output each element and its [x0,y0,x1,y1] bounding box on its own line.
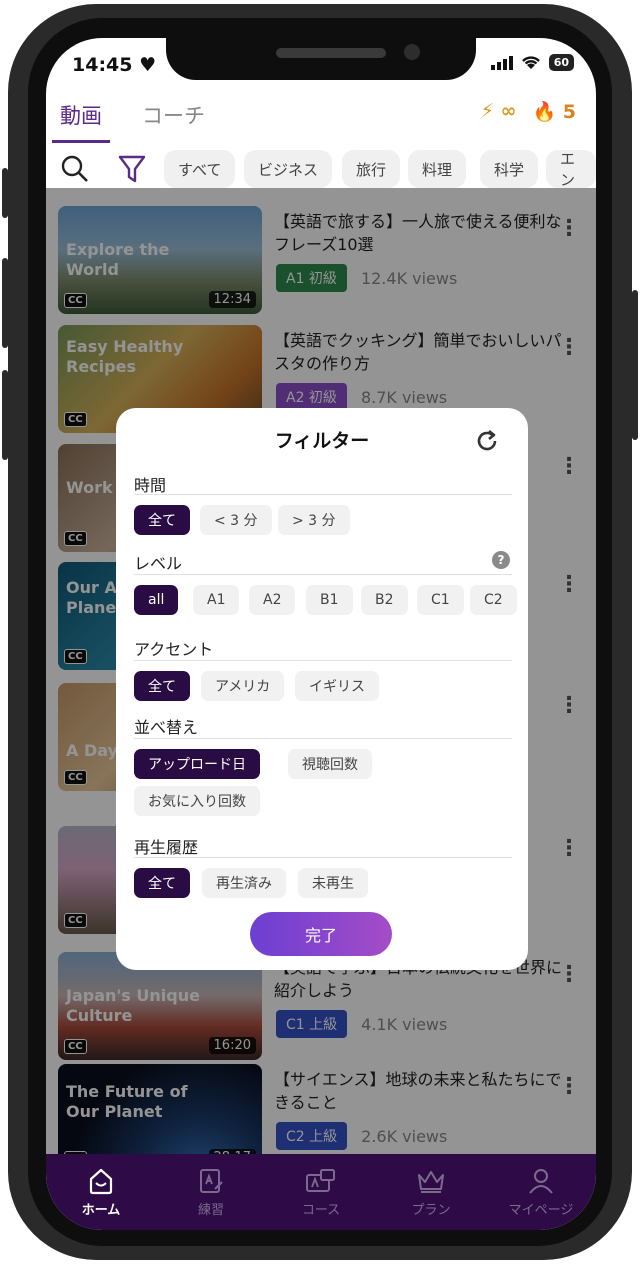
level-option-a1[interactable]: A1 [193,585,240,615]
section-accent-label: アクセント [134,640,214,659]
signal-icon [490,55,513,70]
dynamic-island [166,38,476,80]
chip-entertainment[interactable]: エン [546,150,596,189]
accent-option-us[interactable]: アメリカ [201,671,285,701]
flame-icon: 🔥 [532,101,557,123]
nav-home-label: ホーム [81,1202,121,1218]
nav-course-label: コース [301,1202,341,1218]
status-bar: 14:45 ♥ 60 [46,38,596,90]
filter-modal: フィルター 時間 全て < 3 分 > 3 分 レベル ? all A1 A2 … [116,408,528,970]
section-duration-label: 時間 [134,476,167,495]
nav-course[interactable]: コース [266,1154,376,1230]
done-button[interactable]: 完了 [250,912,392,956]
speaker [276,48,386,58]
silent-switch [2,168,8,218]
nav-mypage[interactable]: マイページ [486,1154,596,1230]
chip-all[interactable]: すべて [164,150,236,188]
volume-up-button [2,258,8,348]
energy-value: ∞ [500,100,517,122]
person-icon [529,1168,553,1194]
volume-down-button [2,370,8,460]
divider [134,857,512,858]
reset-icon[interactable] [474,428,500,454]
nav-practice-label: 練習 [197,1202,224,1218]
divider [134,494,512,495]
level-option-c2[interactable]: C2 [470,585,517,615]
nav-home[interactable]: ホーム [46,1154,156,1230]
streak-stat: 🔥 5 [532,100,576,123]
level-option-a2[interactable]: A2 [249,585,296,615]
divider [134,574,512,575]
filter-icon[interactable] [118,154,146,184]
course-icon [306,1168,335,1192]
sort-option-views[interactable]: 視聴回数 [288,749,372,779]
duration-option-under-3[interactable]: < 3 分 [200,505,272,535]
level-option-c1[interactable]: C1 [417,585,464,615]
nav-plan[interactable]: プラン [376,1154,486,1230]
modal-title: フィルター [274,430,370,452]
front-camera [404,44,420,60]
help-icon[interactable]: ? [492,551,510,569]
search-icon[interactable] [60,154,90,184]
sort-option-upload-date[interactable]: アップロード日 [134,749,260,779]
divider [134,660,512,661]
practice-icon [200,1168,223,1193]
section-history-label: 再生履歴 [134,838,199,857]
history-option-unwatched[interactable]: 未再生 [298,868,368,898]
history-option-all[interactable]: 全て [134,868,190,898]
level-option-all[interactable]: all [134,585,179,615]
energy-stat: ⚡ ∞ [481,100,517,123]
bottom-navigation: ホーム 練習 コース プラン マイページ [46,1154,596,1230]
header-stats: ⚡ ∞ 🔥 5 [481,100,576,123]
duration-option-all[interactable]: 全て [134,505,190,535]
nav-plan-label: プラン [411,1202,451,1218]
nav-mypage-label: マイページ [508,1202,574,1218]
power-button [632,290,638,440]
wifi-icon [521,56,540,69]
battery-indicator: 60 [548,54,574,71]
sort-option-favorites[interactable]: お気に入り回数 [134,786,260,816]
history-option-watched[interactable]: 再生済み [202,868,286,898]
home-icon [89,1168,113,1194]
section-level-label: レベル [134,554,183,573]
lightning-icon: ⚡ [480,100,495,122]
nav-practice[interactable]: 練習 [156,1154,266,1230]
chip-business[interactable]: ビジネス [244,150,333,188]
tab-videos[interactable]: 動画 [52,96,110,143]
crown-icon [418,1170,444,1193]
tab-coach[interactable]: コーチ [134,96,213,140]
section-sort-label: 並べ替え [134,718,199,737]
divider [134,738,512,739]
top-tabs: 動画 コーチ ⚡ ∞ 🔥 5 [46,96,596,144]
chip-science[interactable]: 科学 [480,150,539,188]
level-option-b2[interactable]: B2 [361,585,408,615]
duration-option-over-3[interactable]: > 3 分 [278,505,350,535]
status-time: 14:45 ♥ [72,54,157,76]
level-option-b1[interactable]: B1 [306,585,353,615]
chip-travel[interactable]: 旅行 [342,150,401,188]
streak-value: 5 [562,101,576,123]
chip-cooking[interactable]: 料理 [408,150,467,188]
accent-option-all[interactable]: 全て [134,671,190,701]
accent-option-uk[interactable]: イギリス [295,671,379,701]
status-icons: 60 [490,54,574,71]
